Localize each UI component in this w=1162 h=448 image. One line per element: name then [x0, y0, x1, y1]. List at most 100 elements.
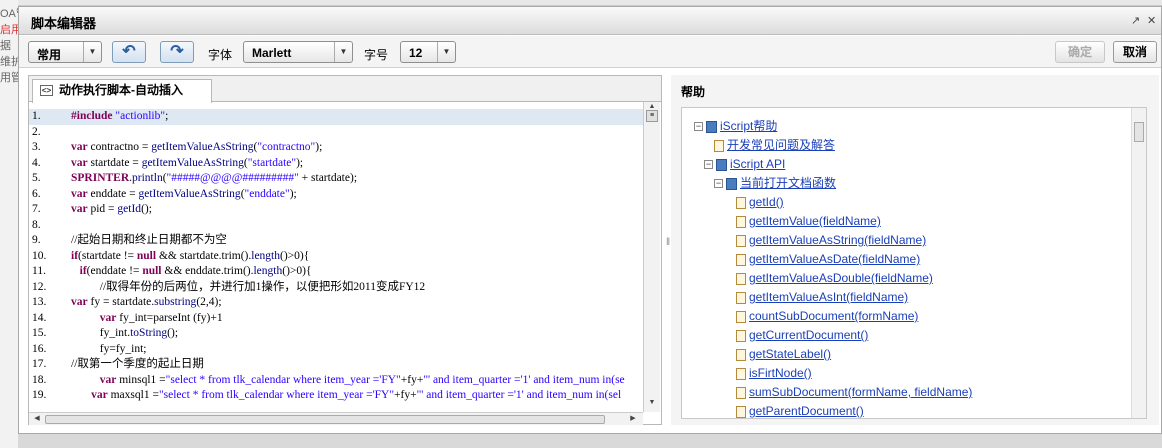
script-tab-icon: <> [40, 85, 53, 96]
background-text: 启用 [0, 24, 18, 36]
code-line[interactable]: 13. var fy = startdate.substring(2,4); [29, 295, 643, 311]
help-tree-link[interactable]: getParentDocument() [749, 404, 864, 418]
code-line[interactable]: 17. //取第一个季度的起止日期 [29, 357, 643, 373]
line-code: if(enddate != null && enddate.trim().len… [79, 265, 312, 277]
document-icon [736, 310, 746, 323]
help-tree-link[interactable]: iScript帮助 [720, 119, 777, 133]
background-text: 据 [0, 40, 11, 52]
line-number: 10. [32, 249, 47, 262]
tree-toggle-icon[interactable]: − [714, 179, 723, 189]
help-tree-node[interactable]: getId() [736, 194, 784, 210]
help-tree-link[interactable]: getStateLabel() [749, 347, 831, 361]
confirm-button[interactable]: 确定 [1055, 41, 1105, 63]
help-tree-node[interactable]: countSubDocument(formName) [736, 308, 918, 324]
help-tree-node[interactable]: getItemValueAsString(fieldName) [736, 232, 926, 248]
help-tree-link[interactable]: getCurrentDocument() [749, 328, 868, 342]
code-line[interactable]: 10. if(startdate != null && startdate.tri… [29, 249, 643, 265]
close-icon[interactable]: ✕ [1147, 14, 1156, 27]
help-title: 帮助 [681, 85, 706, 99]
code-line[interactable]: 12. //取得年份的后两位，并进行加1操作，以便把形如2011变成FY12 [29, 280, 643, 296]
code-line[interactable]: 11. if(enddate != null && enddate.trim()… [29, 264, 643, 280]
scroll-right-icon[interactable]: ▶ [627, 413, 639, 425]
restore-icon[interactable]: ↗ [1131, 14, 1140, 27]
cancel-button[interactable]: 取消 [1113, 41, 1157, 63]
scroll-down-icon[interactable]: ▼ [646, 399, 658, 409]
background-sidebar: OA管启用据维护用管 [0, 0, 18, 448]
line-code: var startdate = getItemValueAsString("st… [71, 156, 304, 169]
line-code: var contractno = getItemValueAsString("c… [71, 141, 323, 153]
editor-horizontal-scrollbar[interactable]: ◀ ▶ [29, 412, 643, 425]
tree-toggle-icon[interactable]: − [694, 122, 703, 132]
code-line[interactable]: 2. [29, 125, 643, 141]
help-tree-link[interactable]: isFirtNode() [749, 366, 812, 380]
code-line[interactable]: 15. fy_int.toString(); [29, 326, 643, 342]
undo-button[interactable]: ↶ [112, 41, 146, 63]
code-editor[interactable]: 1. #include "actionlib"; 2. 3. var contractn… [29, 109, 643, 403]
help-vertical-scrollbar[interactable] [1131, 108, 1146, 418]
code-line[interactable]: 14. var fy_int=parseInt (fy)+1 [29, 311, 643, 327]
redo-button[interactable]: ↷ [160, 41, 194, 63]
help-tree-link[interactable]: getItemValue(fieldName) [749, 214, 881, 228]
code-line[interactable]: 1. #include "actionlib"; [29, 109, 643, 125]
line-number: 14. [32, 311, 47, 324]
splitter-handle-icon[interactable]: ‖ [666, 237, 670, 248]
code-line[interactable]: 7. var pid = getId(); [29, 202, 643, 218]
window-titlebar[interactable]: 脚本编辑器 ↗ ✕ [19, 7, 1161, 35]
help-tree-node[interactable]: getParentDocument() [736, 403, 864, 418]
tree-toggle-icon[interactable]: − [704, 160, 713, 170]
help-tree-link[interactable]: getItemValueAsInt(fieldName) [749, 290, 908, 304]
line-number: 19. [32, 389, 47, 401]
help-tree-link[interactable]: iScript API [730, 157, 785, 171]
size-select[interactable]: 12 ▼ [400, 41, 456, 63]
document-icon [736, 272, 746, 285]
mode-select[interactable]: 常用 ▼ [28, 41, 102, 63]
scroll-thumb[interactable] [1134, 122, 1144, 142]
help-tree-link[interactable]: countSubDocument(formName) [749, 309, 918, 323]
help-tree-node[interactable]: sumSubDocument(formName, fieldName) [736, 384, 972, 400]
help-tree-node[interactable]: getItemValueAsDate(fieldName) [736, 251, 920, 267]
document-icon [736, 329, 746, 342]
line-code: //取第一个季度的起止日期 [71, 358, 204, 370]
editor-vertical-scrollbar[interactable]: ▲ ≡ ▼ [643, 102, 660, 412]
scroll-thumb[interactable]: ≡ [646, 110, 658, 122]
help-tree-link[interactable]: getItemValueAsDate(fieldName) [749, 252, 920, 266]
help-tree-node[interactable]: 开发常见问题及解答 [714, 137, 835, 153]
code-line[interactable]: 9. //起始日期和终止日期都不为空 [29, 233, 643, 249]
font-select[interactable]: Marlett ▼ [243, 41, 353, 63]
help-tree-link[interactable]: sumSubDocument(formName, fieldName) [749, 385, 972, 399]
tab-action-script[interactable]: <> 动作执行脚本-自动插入 [32, 79, 212, 103]
font-select-value: Marlett [252, 46, 292, 60]
help-tree-link[interactable]: getItemValueAsDouble(fieldName) [749, 271, 933, 285]
code-line[interactable]: 16. fy=fy_int; [29, 342, 643, 358]
document-icon [736, 405, 746, 418]
scroll-thumb[interactable] [45, 415, 605, 424]
help-tree-link[interactable]: getItemValueAsString(fieldName) [749, 233, 926, 247]
help-tree-node[interactable]: − iScript帮助 [694, 118, 777, 134]
help-tree-node[interactable]: − 当前打开文档函数 [714, 175, 836, 191]
help-tree-node[interactable]: getItemValueAsInt(fieldName) [736, 289, 908, 305]
code-line[interactable]: 5. SPRINTER.println("#####@@@@#########" … [29, 171, 643, 187]
help-tree-link[interactable]: 开发常见问题及解答 [727, 138, 835, 152]
help-tree-node[interactable]: isFirtNode() [736, 365, 812, 381]
code-line[interactable]: 8. [29, 218, 643, 234]
size-select-value: 12 [409, 46, 423, 60]
document-icon [736, 253, 746, 266]
help-tree-node[interactable]: getStateLabel() [736, 346, 831, 362]
line-code: var maxsql1 ="select * from tlk_calendar… [91, 389, 622, 401]
line-number: 1. [32, 110, 41, 122]
help-tree-node[interactable]: getItemValue(fieldName) [736, 213, 881, 229]
code-line[interactable]: 18. var minsql1 ="select * from tlk_cale… [29, 373, 643, 389]
line-code: //取得年份的后两位，并进行加1操作，以便把形如2011变成FY12 [71, 280, 426, 293]
chevron-down-icon: ▼ [83, 42, 101, 62]
scroll-left-icon[interactable]: ◀ [31, 413, 43, 425]
help-tree-node[interactable]: getItemValueAsDouble(fieldName) [736, 270, 933, 286]
code-line[interactable]: 3. var contractno = getItemValueAsString(… [29, 140, 643, 156]
code-line[interactable]: 19. var maxsql1 ="select * from tlk_cale… [29, 388, 643, 403]
help-tree-link[interactable]: 当前打开文档函数 [740, 176, 836, 190]
chevron-down-icon: ▼ [437, 42, 455, 62]
help-tree-node[interactable]: getCurrentDocument() [736, 327, 868, 343]
code-line[interactable]: 6. var enddate = getItemValueAsString("en… [29, 187, 643, 203]
help-tree-link[interactable]: getId() [749, 195, 784, 209]
help-tree-node[interactable]: − iScript API [704, 156, 785, 172]
code-line[interactable]: 4. var startdate = getItemValueAsString("… [29, 156, 643, 172]
